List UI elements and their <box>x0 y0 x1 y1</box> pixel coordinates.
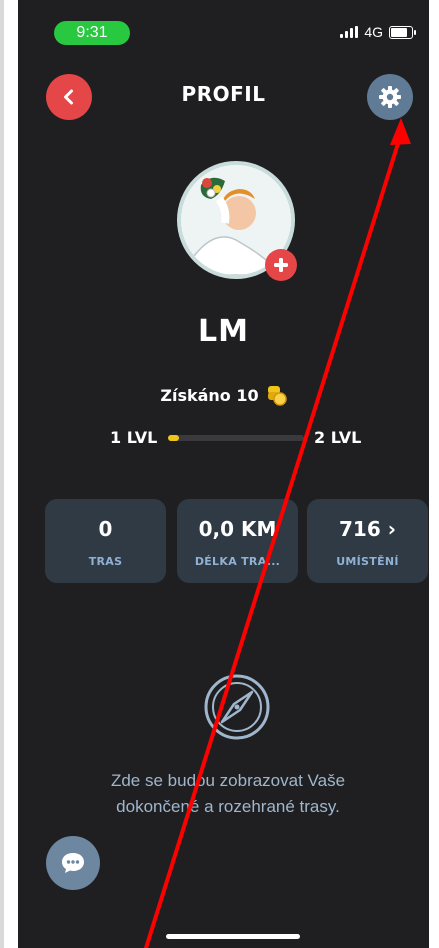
earned-label: Získáno 10 <box>160 385 259 405</box>
stat-label: DÉLKA TRA... <box>194 555 281 568</box>
network-type: 4G <box>364 24 383 40</box>
empty-state-text: Zde se budou zobrazovat Vaše dokončené a… <box>110 771 346 816</box>
level-current: 1 LVL <box>110 428 158 447</box>
user-name: LM <box>198 314 249 349</box>
status-indicators: 4G <box>340 24 416 40</box>
compass-icon <box>204 674 270 740</box>
level-progress-track <box>168 435 304 441</box>
stat-value: 0 <box>98 517 113 541</box>
stat-ranking[interactable]: 716 › UMÍSTĚNÍ <box>307 499 428 583</box>
device-frame: 9:31 4G PROFIL LM Získáno 10 1 LVL 2 LVL… <box>0 0 439 948</box>
level-progress-fill <box>168 435 179 441</box>
status-time: 9:31 <box>54 21 130 45</box>
app-screen: 9:31 4G PROFIL LM Získáno 10 1 LVL 2 LVL… <box>18 0 429 948</box>
level-progress: 1 LVL 2 LVL <box>18 426 429 450</box>
level-next: 2 LVL <box>314 428 362 447</box>
add-photo-button[interactable] <box>265 249 297 281</box>
stats-row: 0 TRAS 0,0 KM DÉLKA TRA... 716 › UMÍSTĚN… <box>45 499 429 583</box>
window-edge <box>0 0 4 948</box>
home-indicator <box>166 934 300 939</box>
stat-routes[interactable]: 0 TRAS <box>45 499 166 583</box>
stat-value: 716 › <box>339 517 396 541</box>
gear-icon <box>379 86 401 108</box>
stat-value: 0,0 KM <box>198 517 277 541</box>
coin-stack-icon <box>267 386 287 406</box>
earned-points: Získáno 10 <box>18 384 429 406</box>
stat-label: TRAS <box>88 555 123 568</box>
battery-icon <box>389 25 416 39</box>
stat-label: UMÍSTĚNÍ <box>336 555 399 568</box>
chat-bubble-icon <box>62 853 84 873</box>
stat-distance[interactable]: 0,0 KM DÉLKA TRA... <box>177 499 298 583</box>
settings-button[interactable] <box>367 74 413 120</box>
plus-icon <box>274 258 288 272</box>
chat-button[interactable] <box>46 836 100 890</box>
signal-icon <box>340 26 359 38</box>
